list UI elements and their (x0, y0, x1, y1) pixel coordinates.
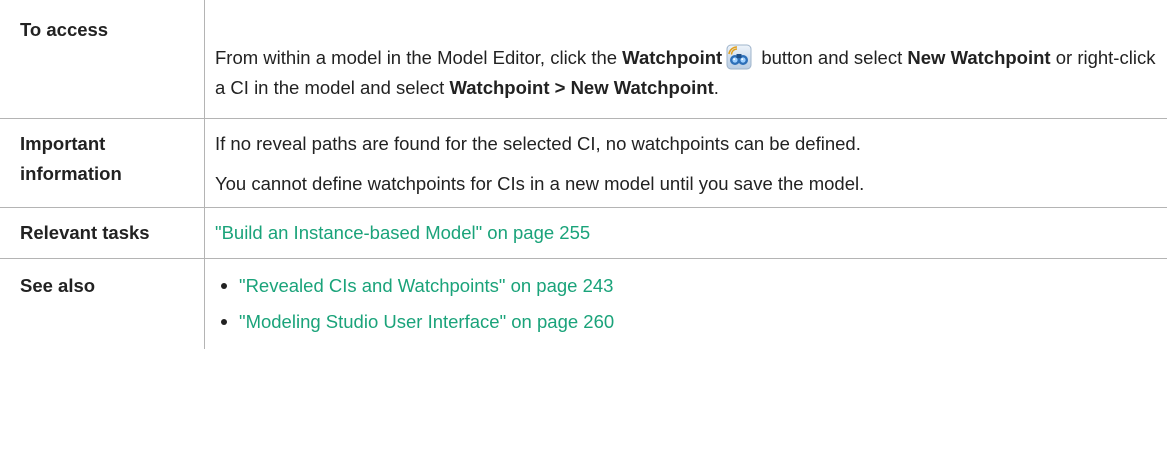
row-relevant-tasks: Relevant tasks "Build an Instance-based … (0, 207, 1167, 259)
list-item: "Modeling Studio User Interface" on page… (215, 307, 1157, 337)
info-table: To access From within a model in the Mod… (0, 0, 1167, 349)
important-paragraph: You cannot define watchpoints for CIs in… (215, 173, 865, 194)
to-access-label: To access (0, 0, 205, 119)
list-item: "Revealed CIs and Watchpoints" on page 2… (215, 271, 1157, 301)
watchpoint-button-name: Watchpoint (622, 47, 723, 68)
see-also-label: See also (0, 258, 205, 349)
see-also-content: "Revealed CIs and Watchpoints" on page 2… (204, 258, 1167, 349)
row-see-also: See also "Revealed CIs and Watchpoints" … (0, 258, 1167, 349)
important-paragraph: If no reveal paths are found for the sel… (215, 133, 861, 154)
new-watchpoint-option: New Watchpoint (907, 47, 1051, 68)
relevant-tasks-label: Relevant tasks (0, 207, 205, 259)
access-text-2: button and select (756, 47, 908, 68)
access-text-1: From within a model in the Model Editor,… (215, 47, 623, 68)
link-revealed-cis-and-watchpoints[interactable]: "Revealed CIs and Watchpoints" on page 2… (239, 275, 613, 296)
important-information-label: Important information (0, 118, 205, 208)
see-also-list: "Revealed CIs and Watchpoints" on page 2… (215, 271, 1157, 337)
to-access-content: From within a model in the Model Editor,… (204, 0, 1167, 119)
row-important-information: Important information If no reveal paths… (0, 118, 1167, 208)
access-text-4: . (713, 77, 719, 98)
link-build-instance-based-model[interactable]: "Build an Instance-based Model" on page … (215, 222, 590, 243)
link-modeling-studio-user-interface[interactable]: "Modeling Studio User Interface" on page… (239, 311, 614, 332)
relevant-tasks-content: "Build an Instance-based Model" on page … (204, 207, 1167, 259)
bullet-icon (221, 283, 227, 289)
bullet-icon (221, 319, 227, 325)
important-information-content: If no reveal paths are found for the sel… (204, 118, 1167, 208)
watchpoint-binoculars-icon (726, 44, 752, 70)
row-to-access: To access From within a model in the Mod… (0, 0, 1167, 119)
watchpoint-menu-path: Watchpoint > New Watchpoint (449, 77, 714, 98)
